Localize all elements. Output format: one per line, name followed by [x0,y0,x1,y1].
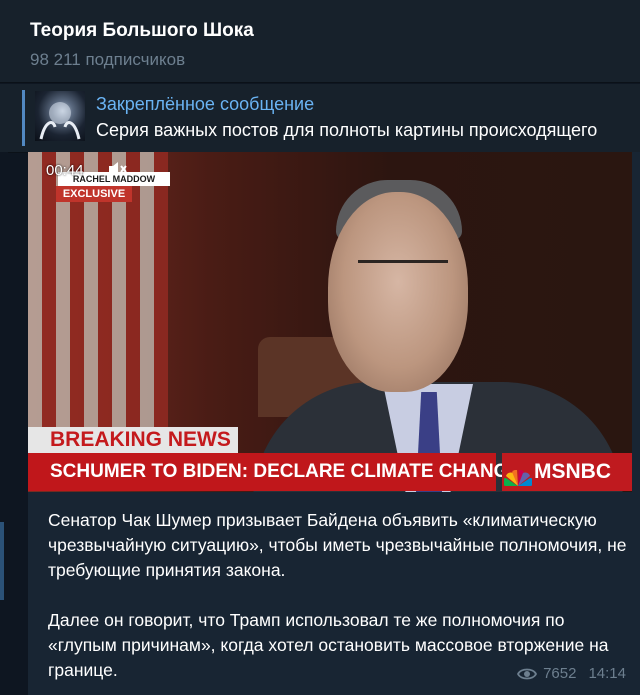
left-rail [0,152,8,695]
pinned-text: Серия важных постов для полноты картины … [96,120,598,140]
exclusive-badge: EXCLUSIVE [56,186,132,202]
channel-title: Теория Большого Шока [30,20,254,41]
person-face [328,192,468,392]
video-timecode: 00:44 [46,162,84,179]
message-time: 14:14 [588,665,626,682]
message-meta: 7652 14:14 [517,665,626,685]
peacock-icon [502,463,534,486]
eye-icon [517,667,538,685]
network-logo: MSNBC [502,453,632,491]
breaking-news-banner: BREAKING NEWS [28,427,238,453]
view-count: 7652 [543,665,577,682]
channel-header[interactable]: Теория Большого Шока 98 211 подписчиков [0,0,640,83]
pinned-message-bar[interactable]: Закреплённое сообщение Серия важных пост… [0,84,640,153]
pinned-title: Закреплённое сообщение [96,94,315,114]
scroll-indicator[interactable] [0,522,4,600]
subscriber-count: 98 211 подписчиков [30,50,186,69]
volume-muted-icon[interactable] [106,158,128,180]
video-player[interactable]: RACHEL MADDOW SHOW EXCLUSIVE 00:44 BREAK… [28,152,632,492]
network-name: MSNBC [534,460,611,483]
message-text: Сенатор Чак Шумер призывает Байдена объя… [48,508,628,683]
news-ticker: SCHUMER TO BIDEN: DECLARE CLIMATE CHANGE… [28,453,632,491]
person-brow [358,260,448,283]
pinned-thumbnail [35,91,85,141]
pinned-accent-bar [22,90,25,146]
message-paragraph-1: Сенатор Чак Шумер призывает Байдена объя… [48,510,627,580]
